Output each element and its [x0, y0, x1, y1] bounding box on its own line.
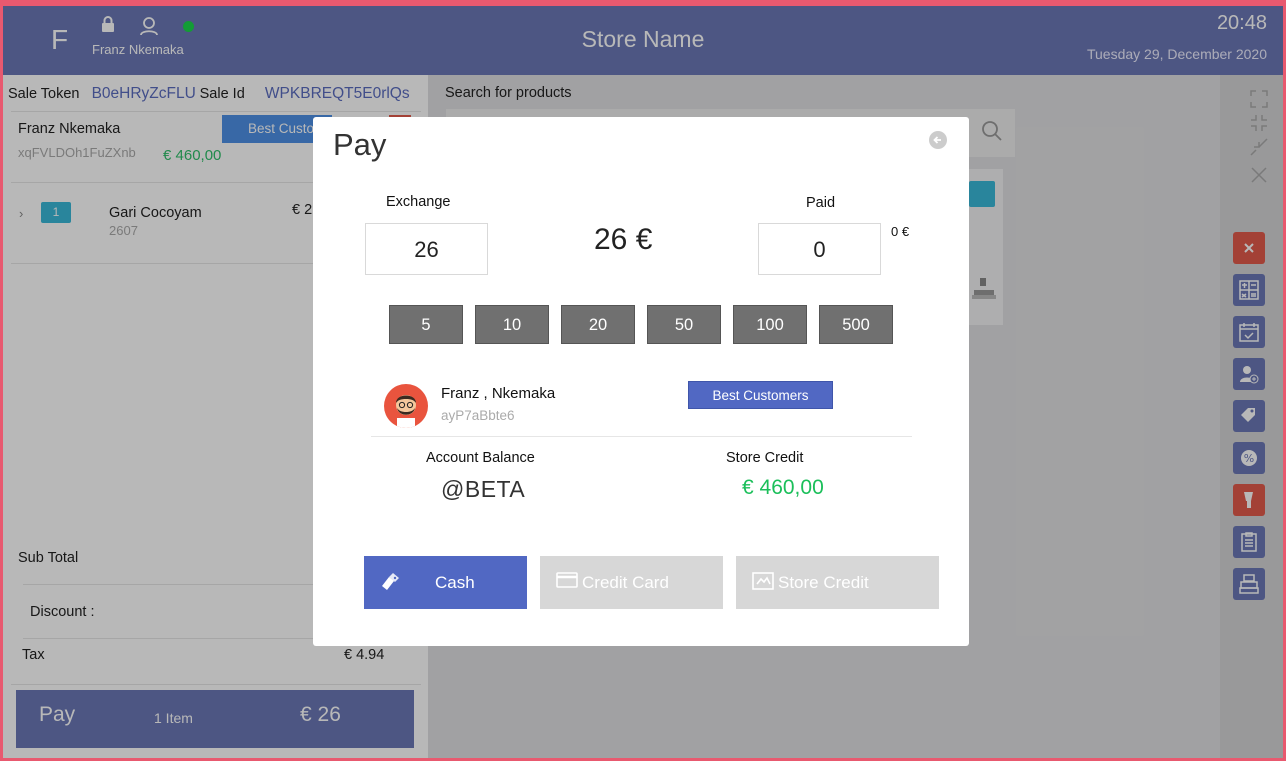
store-credit-icon: [752, 572, 774, 595]
exchange-label: Exchange: [386, 194, 451, 210]
dialog-customer-id: ayP7aBbte6: [441, 408, 515, 423]
paid-label: Paid: [806, 195, 836, 211]
store-credit-label: Store Credit: [726, 450, 804, 466]
exchange-input[interactable]: 26: [365, 223, 488, 275]
pay-dialog: Pay Exchange 26 26 € Paid 0 0 € 5 10 20 …: [313, 117, 969, 646]
quick-amount-500-button[interactable]: 500: [819, 305, 893, 344]
store-credit-button-label: Store Credit: [778, 573, 869, 592]
paid-input[interactable]: 0: [758, 223, 881, 275]
store-credit-payment-button[interactable]: Store Credit: [736, 556, 939, 609]
store-credit-value: € 460,00: [742, 476, 824, 499]
quick-amount-20-button[interactable]: 20: [561, 305, 635, 344]
cash-icon: [380, 572, 402, 597]
quick-amount-10-button[interactable]: 10: [475, 305, 549, 344]
paid-amount-readout: 0 €: [891, 224, 910, 239]
quick-amount-50-button[interactable]: 50: [647, 305, 721, 344]
credit-card-payment-button[interactable]: Credit Card: [540, 556, 723, 609]
cash-payment-button[interactable]: Cash: [364, 556, 527, 609]
app-window: F Franz Nkemaka Store Name 20:48 Tuesday…: [3, 6, 1283, 758]
pay-dialog-title: Pay: [333, 127, 387, 162]
back-arrow-icon[interactable]: [929, 131, 947, 154]
credit-card-icon: [556, 572, 578, 593]
account-balance-value: @BETA: [441, 476, 526, 502]
quick-amount-100-button[interactable]: 100: [733, 305, 807, 344]
cash-button-label: Cash: [435, 573, 475, 592]
quick-amount-5-button[interactable]: 5: [389, 305, 463, 344]
account-balance-label: Account Balance: [426, 450, 535, 466]
customer-group-badge[interactable]: Best Customers: [688, 381, 833, 409]
dialog-customer-name: Franz , Nkemaka: [441, 385, 556, 402]
customer-avatar: [384, 384, 428, 428]
divider: [371, 436, 912, 437]
credit-card-button-label: Credit Card: [582, 573, 669, 592]
amount-due: 26 €: [594, 223, 653, 256]
